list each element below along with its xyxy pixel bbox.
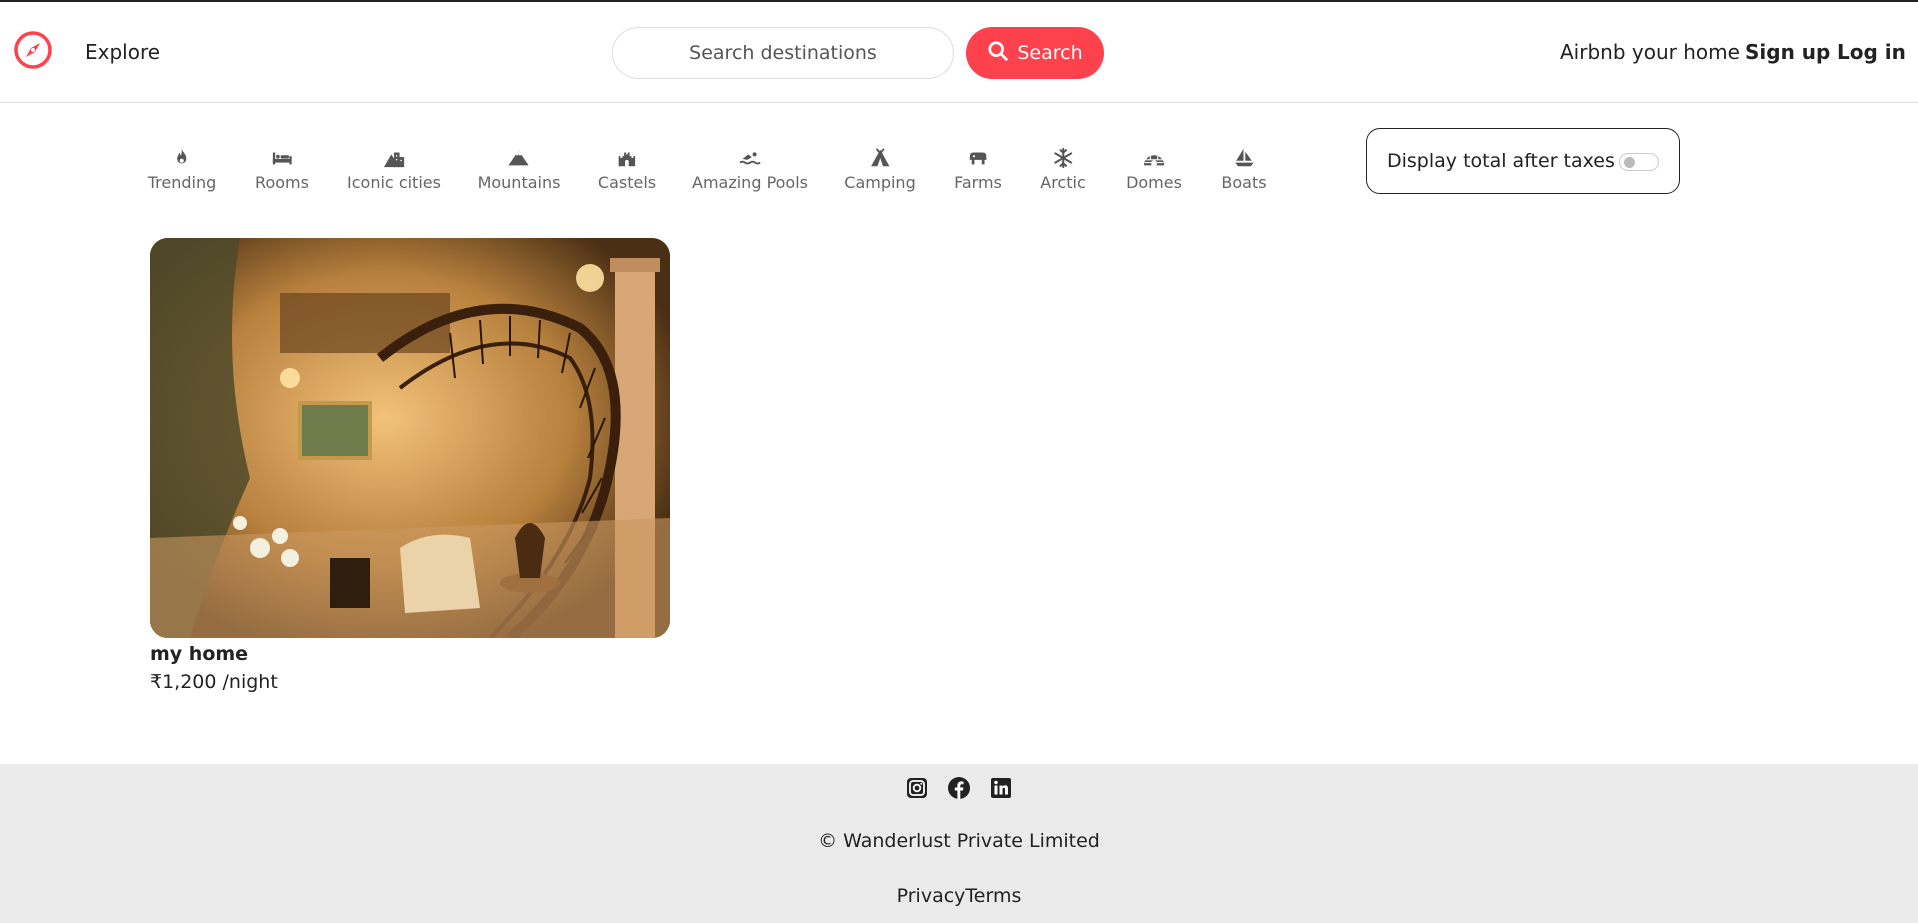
filter-domes[interactable]: Domes bbox=[1126, 147, 1182, 192]
filter-arctic[interactable]: Arctic bbox=[1040, 147, 1086, 192]
city-icon bbox=[347, 147, 441, 171]
nav-signup-link[interactable]: Sign up bbox=[1745, 40, 1830, 64]
tax-toggle-switch[interactable] bbox=[1619, 153, 1659, 171]
cow-icon bbox=[954, 147, 1002, 171]
listing-card[interactable]: my home ₹1,200 /night bbox=[150, 238, 670, 693]
tax-toggle-label: Display total after taxes bbox=[1387, 150, 1615, 172]
filter-rooms[interactable]: Rooms bbox=[255, 147, 309, 192]
nav-login-link[interactable]: Log in bbox=[1837, 40, 1906, 64]
filter-label: Amazing Pools bbox=[692, 173, 808, 192]
listing-title: my home bbox=[150, 643, 249, 665]
nav-explore-link[interactable]: Explore bbox=[85, 40, 160, 64]
filter-label: Camping bbox=[844, 173, 916, 192]
castle-icon bbox=[598, 147, 656, 171]
filter-label: Rooms bbox=[255, 173, 309, 192]
igloo-icon bbox=[1126, 147, 1182, 171]
sailboat-icon bbox=[1221, 147, 1266, 171]
search-button[interactable]: Search bbox=[966, 27, 1104, 79]
tax-toggle-box: Display total after taxes bbox=[1366, 128, 1680, 194]
navbar: Explore Search Airbnb your home Sign up … bbox=[0, 2, 1918, 103]
compass-icon[interactable] bbox=[13, 30, 53, 70]
filter-label: Arctic bbox=[1040, 173, 1086, 192]
terms-link[interactable]: Terms bbox=[965, 885, 1021, 907]
filter-label: Domes bbox=[1126, 173, 1182, 192]
swimmer-icon bbox=[692, 147, 808, 171]
filter-iconic-cities[interactable]: Iconic cities bbox=[347, 147, 441, 192]
search-icon bbox=[987, 40, 1009, 67]
filter-label: Farms bbox=[954, 173, 1002, 192]
privacy-link[interactable]: Privacy bbox=[897, 885, 966, 907]
snowflake-icon bbox=[1040, 147, 1085, 171]
bed-icon bbox=[255, 147, 309, 171]
listing-price: ₹1,200 /night bbox=[150, 671, 278, 693]
toggle-knob bbox=[1624, 157, 1635, 168]
footer: © Wanderlust Private Limited PrivacyTerm… bbox=[0, 764, 1918, 923]
listing-image bbox=[150, 238, 670, 638]
filter-label: Trending bbox=[147, 173, 217, 192]
filter-mountains[interactable]: Mountains bbox=[477, 147, 561, 192]
filter-label: Mountains bbox=[477, 173, 561, 192]
tent-icon bbox=[844, 147, 915, 171]
filter-label: Iconic cities bbox=[347, 173, 441, 192]
filter-boats[interactable]: Boats bbox=[1221, 147, 1267, 192]
filter-camping[interactable]: Camping bbox=[844, 147, 916, 192]
mountain-icon bbox=[478, 147, 561, 171]
social-links bbox=[0, 776, 1918, 800]
footer-links: PrivacyTerms bbox=[0, 885, 1918, 907]
filter-label: Boats bbox=[1221, 173, 1267, 192]
filter-trending[interactable]: Trending bbox=[147, 147, 217, 192]
filter-farms[interactable]: Farms bbox=[954, 147, 1002, 192]
search-input[interactable] bbox=[612, 27, 954, 79]
fire-icon bbox=[148, 147, 217, 171]
filter-amazing-pools[interactable]: Amazing Pools bbox=[692, 147, 808, 192]
filter-label: Castels bbox=[597, 173, 657, 192]
instagram-icon[interactable] bbox=[905, 776, 929, 800]
search-button-label: Search bbox=[1017, 42, 1083, 64]
nav-host-link[interactable]: Airbnb your home bbox=[1560, 40, 1740, 64]
filter-castels[interactable]: Castels bbox=[598, 147, 656, 192]
copyright-text: © Wanderlust Private Limited bbox=[818, 830, 1100, 852]
facebook-icon[interactable] bbox=[947, 776, 971, 800]
linkedin-icon[interactable] bbox=[989, 776, 1013, 800]
